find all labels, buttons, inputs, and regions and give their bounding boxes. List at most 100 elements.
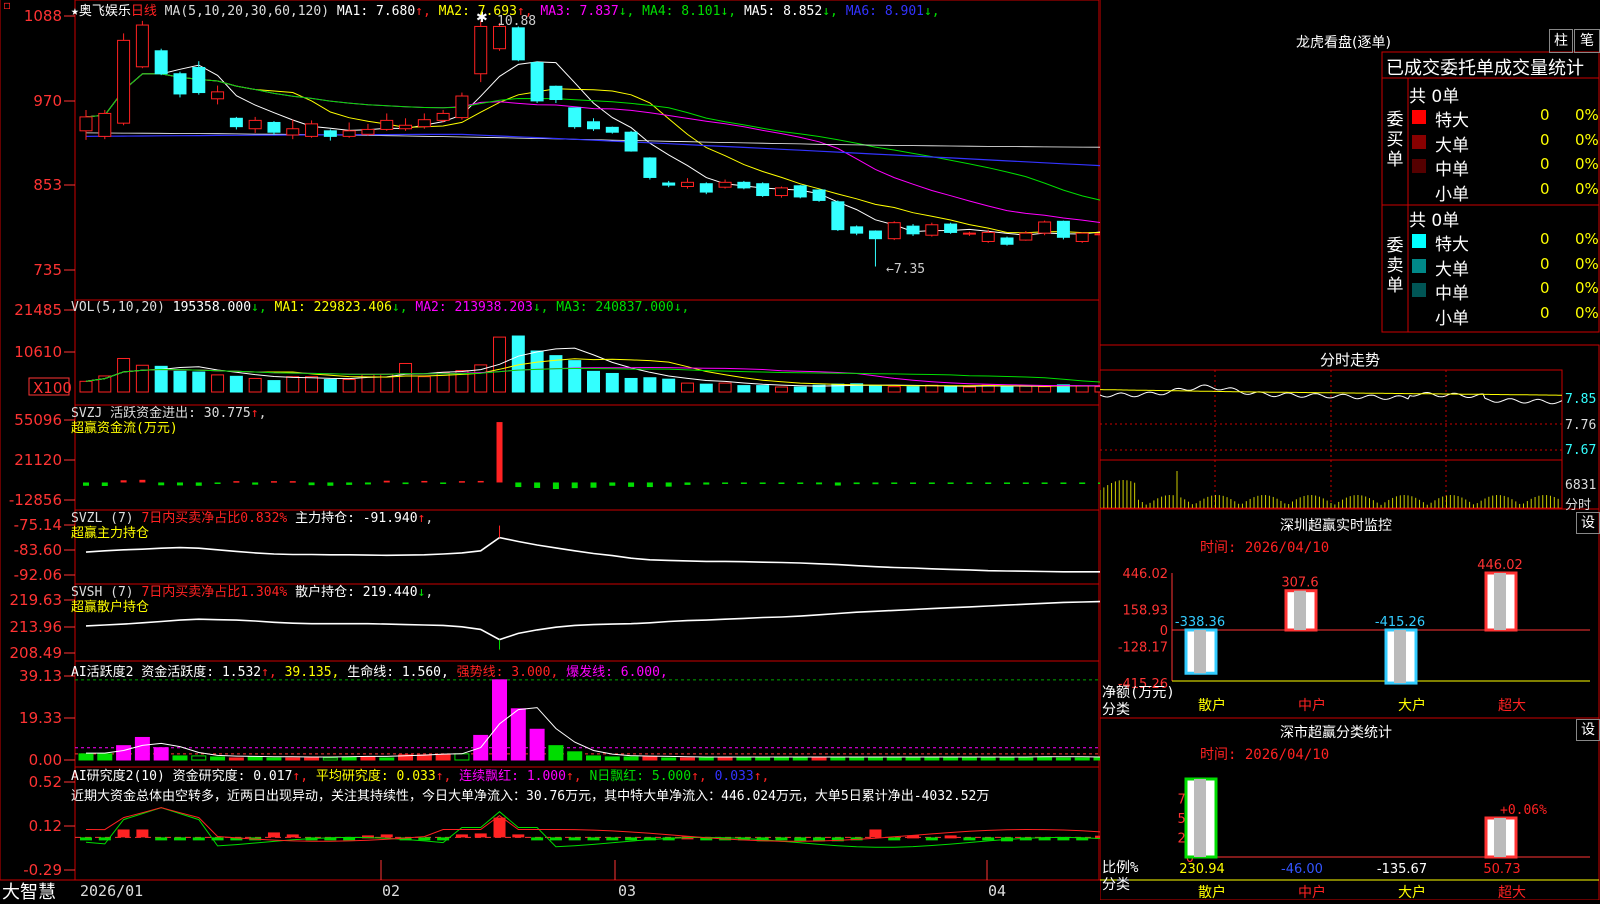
activity-bar <box>679 757 695 761</box>
activity-bar <box>886 757 902 761</box>
ai2-axis-tick-0: 0.52 <box>29 773 62 791</box>
date-label-jan: 2026/01 <box>80 882 144 900</box>
ai1-item-arrow-4: , <box>659 665 668 680</box>
fund-flow-bar <box>1060 482 1067 484</box>
volume-bar <box>756 385 770 393</box>
svzl-line2: 超赢主力持仓 <box>71 526 150 541</box>
candle-body <box>154 50 168 75</box>
volume-bar <box>568 360 582 393</box>
ai2-item-arrow-3: ↑, <box>691 769 707 784</box>
research-bar <box>267 832 280 838</box>
period-label[interactable]: 日线 <box>131 4 157 19</box>
main-chart-area[interactable]: 1088970853735✱2148510610X1005509621120-1… <box>0 0 1100 900</box>
buy-row-pct-2: 0% <box>1575 155 1599 173</box>
ai2-item-2: 连续飘红: 1.000 <box>459 769 566 784</box>
fund-flow-bar <box>534 482 541 488</box>
fund-flow-bar <box>101 482 108 486</box>
intraday-title: 分时走势 <box>1320 351 1381 369</box>
candle-body <box>380 119 394 130</box>
candle-body <box>455 95 469 119</box>
svsh-axis-tick-2: 208.49 <box>10 644 63 662</box>
volume-bar <box>286 376 300 393</box>
volume-bar <box>342 379 356 393</box>
sz-class-settings[interactable]: 设 <box>1576 719 1600 741</box>
sell-swatch-3 <box>1412 307 1426 322</box>
candle-body <box>944 223 958 233</box>
corner-mark: ▫ <box>3 0 12 12</box>
volume-bar <box>793 386 807 393</box>
volume-bar <box>79 380 93 393</box>
activity-bar <box>830 757 846 761</box>
volume-bar <box>680 382 694 393</box>
sell-row-value-0: 0 <box>1540 230 1550 248</box>
research-bar <box>606 837 619 841</box>
candle-body <box>417 119 431 128</box>
sz-class-bar-top-label: +0.06% <box>1500 803 1547 818</box>
fund-flow-bar <box>83 482 89 486</box>
candle-body <box>812 189 826 201</box>
ai2-item-arrow-0: ↑, <box>292 769 309 784</box>
candle-body <box>680 181 694 187</box>
tab-column[interactable]: 柱 <box>1549 29 1573 53</box>
sz-class-value-0: 230.94 <box>1179 862 1225 877</box>
ai2-item-4: 0.033 <box>714 769 754 784</box>
svsh-line2: 超赢散户持仓 <box>71 600 150 615</box>
buy-row-name-0: 特大 <box>1435 111 1469 131</box>
ma-item-4: MA5: 8.852 <box>743 4 823 19</box>
volume-bar <box>305 376 319 393</box>
fund-flow-bar <box>233 481 240 483</box>
ai2-item-arrow-4: ↑, <box>753 769 770 784</box>
fund-flow-bar <box>458 481 465 483</box>
activity-bar <box>924 757 940 761</box>
sell-row-name-3: 小单 <box>1435 308 1469 329</box>
tab-tick[interactable]: 笔 <box>1574 29 1600 53</box>
research-bar <box>963 837 976 841</box>
research-bar <box>775 837 788 841</box>
vol-item-arrow-0: ↓, <box>251 300 267 315</box>
fund-flow-bar <box>609 482 616 486</box>
activity-bar <box>980 757 996 761</box>
ma-item-3: MA4: 8.101 <box>642 4 721 19</box>
date-label-mar: 03 <box>618 882 637 900</box>
ai2-item-3: N日飘红: 5.000 <box>589 769 692 784</box>
volume-bar <box>229 375 243 393</box>
research-bar <box>944 835 957 839</box>
intraday-tick-5: 分时 <box>1565 498 1592 513</box>
sz-monitor-ytick-1: 158.93 <box>1123 604 1169 619</box>
research-bar <box>192 837 205 841</box>
activity-bar <box>849 757 865 761</box>
research-bar <box>925 837 938 841</box>
candle-body <box>718 181 732 188</box>
sell-row-pct-3: 0% <box>1575 303 1599 322</box>
svzj-legend: SVZJ 活跃资金进出: 30.775↑, 超赢资金流(万元) <box>71 406 267 436</box>
research-bar <box>286 834 299 838</box>
candle-body <box>79 116 93 132</box>
research-bar <box>155 837 168 841</box>
sell-row-pct-1: 0% <box>1575 254 1599 273</box>
volume-bar <box>135 364 149 393</box>
candle-body <box>643 157 657 178</box>
candle-body <box>248 119 262 130</box>
sz-monitor-settings[interactable]: 设 <box>1576 512 1600 534</box>
intraday-tick-1: 7.85 <box>1565 392 1597 407</box>
intraday-tick-3: 7.67 <box>1565 443 1597 458</box>
brand-label: 大智慧 <box>2 882 56 903</box>
research-bar <box>794 837 807 842</box>
candle-body <box>605 126 619 133</box>
svzj-axis-tick-1: 21120 <box>14 451 62 469</box>
high-annotation: 10.88 <box>497 14 537 29</box>
volume-bar <box>887 386 901 393</box>
candle-body <box>342 130 356 137</box>
svsh-legend: SVSH (7) 7日内买卖净占比1.304% 散户持仓: 219.440↓, … <box>71 585 434 615</box>
sz-class-category-3: 超大 <box>1498 885 1526 900</box>
research-bar <box>80 837 92 841</box>
fund-flow-bar <box>571 482 578 489</box>
fund-flow-bar <box>270 481 277 483</box>
buy-row-value-1: 0 <box>1540 130 1550 149</box>
fund-flow-bar <box>1022 482 1029 484</box>
stock-name[interactable]: ★奥飞娱乐 <box>71 4 131 19</box>
candle-body <box>699 183 713 193</box>
volume-bar <box>925 384 939 393</box>
stat-header: 已成交委托单成交量统计 <box>1386 58 1584 79</box>
sell-row-name-2: 中单 <box>1435 284 1469 304</box>
